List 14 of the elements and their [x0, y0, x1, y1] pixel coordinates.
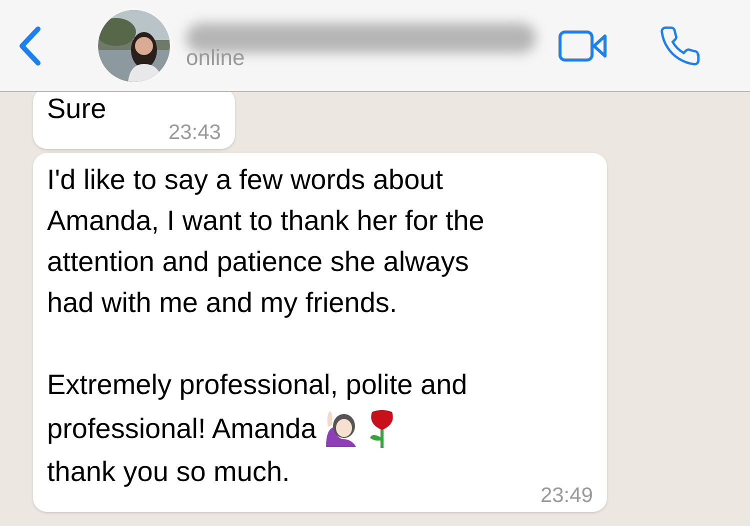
message-text: Amanda, I want to thank her for the — [47, 204, 484, 238]
message-text: thank you so much. — [47, 455, 290, 489]
message-text: professional! Amanda — [47, 412, 316, 446]
message-time: 23:43 — [168, 121, 221, 145]
raised-hand-figure-icon — [324, 409, 358, 447]
status-text: online — [186, 46, 246, 68]
message-text: Sure — [47, 92, 106, 126]
phone-icon[interactable] — [658, 24, 702, 68]
message-text: I'd like to say a few words about — [47, 163, 443, 197]
video-call-icon[interactable] — [558, 30, 608, 62]
message-text: had with me and my friends. — [47, 286, 398, 320]
message-text: Extremely professional, polite and — [47, 368, 468, 402]
message-time: 23:49 — [540, 484, 593, 508]
message-text: attention and patience she always — [47, 245, 469, 279]
